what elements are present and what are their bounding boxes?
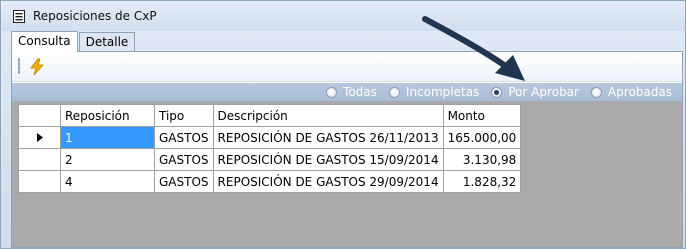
cell-descripcion[interactable]: REPOSICIÓN DE GASTOS 26/11/2013 — [212, 126, 444, 149]
cell-descripcion[interactable]: REPOSICIÓN DE GASTOS 15/09/2014 — [212, 148, 444, 171]
lightning-bolt-icon[interactable] — [28, 58, 46, 76]
radio-button-icon[interactable] — [590, 86, 602, 98]
radio-button-selected-icon[interactable] — [491, 86, 503, 98]
cell-tipo[interactable]: GASTOS — [154, 170, 214, 193]
current-row-indicator-icon[interactable] — [18, 126, 61, 149]
tab-detalle[interactable]: Detalle — [78, 32, 136, 51]
tab-panel-consulta: Todas Incompletas Por Aprobar Aprobadas — [11, 51, 683, 248]
filter-radio-todas[interactable]: Todas — [326, 85, 377, 99]
row-header[interactable] — [18, 148, 61, 171]
cell-monto[interactable]: 165.000,00 — [442, 126, 522, 149]
window-title: Reposiciones de CxP — [33, 9, 157, 23]
row-header[interactable] — [18, 170, 61, 193]
radio-button-icon[interactable] — [326, 86, 338, 98]
column-header-reposicion[interactable]: Reposición — [60, 104, 155, 127]
cell-monto[interactable]: 3.130,98 — [442, 148, 522, 171]
grid-header-row: Reposición Tipo Descripción Monto — [18, 104, 522, 127]
title-bar[interactable]: Reposiciones de CxP — [1, 1, 685, 31]
filter-label-aprobadas: Aprobadas — [607, 85, 672, 99]
list-document-icon — [12, 9, 26, 23]
filter-radio-por-aprobar[interactable]: Por Aprobar — [491, 85, 579, 99]
table-row[interactable]: 4 GASTOS REPOSICIÓN DE GASTOS 29/09/2014… — [18, 170, 522, 193]
tab-strip: Consulta Detalle — [11, 31, 136, 52]
column-header-descripcion[interactable]: Descripción — [212, 104, 444, 127]
reposiciones-grid: Reposición Tipo Descripción Monto 1 GAST… — [18, 104, 522, 193]
toolbar-grip[interactable] — [18, 58, 20, 74]
cell-descripcion[interactable]: REPOSICIÓN DE GASTOS 29/09/2014 — [212, 170, 444, 193]
filter-label-todas: Todas — [343, 85, 377, 99]
cell-tipo[interactable]: GASTOS — [154, 148, 214, 171]
data-grid-container: Reposición Tipo Descripción Monto 1 GAST… — [12, 101, 682, 247]
row-header-corner[interactable] — [18, 104, 61, 127]
filter-label-incompletas: Incompletas — [405, 85, 480, 99]
cell-tipo[interactable]: GASTOS — [154, 126, 214, 149]
filter-radio-incompletas[interactable]: Incompletas — [388, 85, 480, 99]
table-row[interactable]: 2 GASTOS REPOSICIÓN DE GASTOS 15/09/2014… — [18, 148, 522, 171]
filter-label-por-aprobar: Por Aprobar — [508, 85, 579, 99]
radio-button-icon[interactable] — [388, 86, 400, 98]
toolbar — [12, 52, 682, 82]
status-filter-bar: Todas Incompletas Por Aprobar Aprobadas — [12, 83, 682, 101]
filter-radio-aprobadas[interactable]: Aprobadas — [590, 85, 672, 99]
cell-monto[interactable]: 1.828,32 — [442, 170, 522, 193]
column-header-monto[interactable]: Monto — [442, 104, 522, 127]
app-window: Reposiciones de CxP Consulta Detalle Tod… — [0, 0, 686, 249]
cell-reposicion[interactable]: 4 — [60, 170, 155, 193]
column-header-tipo[interactable]: Tipo — [154, 104, 214, 127]
tab-consulta[interactable]: Consulta — [11, 31, 78, 52]
cell-reposicion[interactable]: 1 — [60, 126, 155, 149]
cell-reposicion[interactable]: 2 — [60, 148, 155, 171]
table-row[interactable]: 1 GASTOS REPOSICIÓN DE GASTOS 26/11/2013… — [18, 126, 522, 149]
